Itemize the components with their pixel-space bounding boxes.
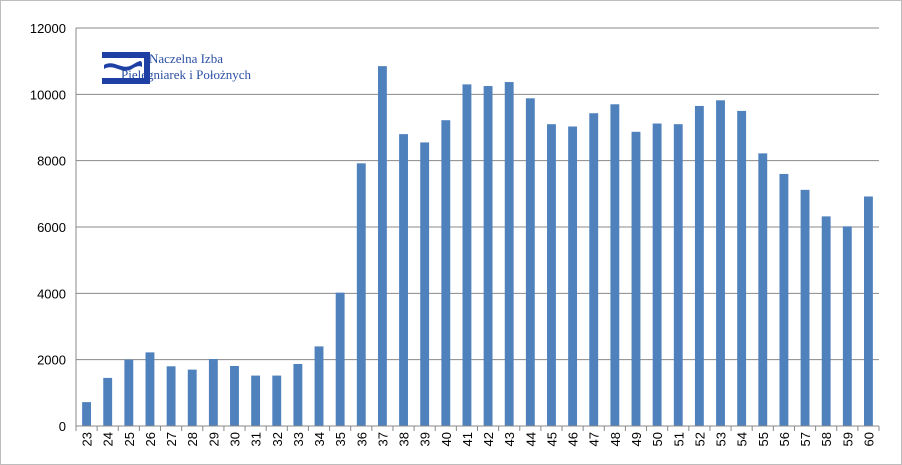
y-tick-label: 6000 xyxy=(37,220,66,235)
bar xyxy=(399,134,408,426)
y-tick-label: 0 xyxy=(59,419,66,434)
y-tick-label: 8000 xyxy=(37,154,66,169)
x-tick-label: 46 xyxy=(566,432,581,446)
bar xyxy=(251,375,261,426)
x-tick-label: 60 xyxy=(861,432,876,446)
x-tick-label: 48 xyxy=(608,432,623,446)
x-tick-label: 29 xyxy=(206,432,221,446)
x-tick-label: 42 xyxy=(481,432,496,446)
bar xyxy=(863,196,873,426)
bar xyxy=(568,126,578,426)
bar xyxy=(673,124,683,426)
bar xyxy=(187,369,197,426)
bar xyxy=(335,292,345,426)
bar xyxy=(377,66,387,427)
x-tick-label: 32 xyxy=(270,432,285,446)
x-tick-label: 58 xyxy=(819,432,834,446)
bar xyxy=(737,110,747,427)
x-tick-label: 27 xyxy=(164,432,179,446)
y-tick-label: 10000 xyxy=(30,87,66,102)
x-tick-label: 56 xyxy=(777,432,792,446)
x-tick-label: 28 xyxy=(185,432,200,446)
bar xyxy=(103,377,113,426)
bar xyxy=(716,100,725,426)
bar xyxy=(610,104,620,427)
bar xyxy=(208,359,218,426)
x-tick-label: 23 xyxy=(80,432,95,446)
x-tick-label: 59 xyxy=(840,432,855,446)
bar xyxy=(842,226,852,426)
x-tick-label: 40 xyxy=(439,432,454,446)
bar xyxy=(779,173,789,426)
bar xyxy=(124,359,134,426)
bar xyxy=(504,82,514,426)
x-tick-label: 51 xyxy=(671,432,686,446)
x-tick-label: 25 xyxy=(122,432,137,446)
bar xyxy=(462,84,472,426)
x-tick-label: 31 xyxy=(249,432,264,446)
bar xyxy=(694,105,704,427)
x-tick-label: 45 xyxy=(544,432,559,446)
bar xyxy=(166,366,176,426)
bar xyxy=(547,124,556,426)
logo: Naczelna Izba Pielęgniarek i Położnych xyxy=(101,51,271,84)
logo-wave-icon xyxy=(102,52,150,84)
chart-frame: 0 2000 4000 6000 8000 10000 12000 23 24 25 26 27 28 2… xyxy=(0,0,902,465)
y-tick-label: 2000 xyxy=(37,353,66,368)
bar xyxy=(441,120,451,426)
bar xyxy=(293,363,303,426)
bar xyxy=(652,123,662,427)
bar xyxy=(356,163,366,426)
x-tick-label: 33 xyxy=(291,432,306,446)
x-tick-label: 26 xyxy=(143,432,158,446)
x-tick-label: 34 xyxy=(312,432,327,446)
x-tick-label: 47 xyxy=(587,432,602,446)
bar xyxy=(800,189,810,426)
x-tick-label: 54 xyxy=(735,432,750,446)
x-tick-label: 50 xyxy=(650,432,665,446)
x-tick-label: 53 xyxy=(714,432,729,446)
bar xyxy=(631,131,641,427)
x-tick-label: 49 xyxy=(629,432,644,446)
bar xyxy=(145,352,155,426)
y-tick-label: 4000 xyxy=(37,286,66,301)
bar xyxy=(589,113,599,426)
bar xyxy=(821,216,831,426)
bar xyxy=(314,346,324,426)
bar xyxy=(82,402,92,426)
x-tick-label: 52 xyxy=(692,432,707,446)
bar xyxy=(758,153,768,426)
bar xyxy=(483,86,493,427)
x-tick-label: 38 xyxy=(397,432,412,446)
x-tick-label: 35 xyxy=(333,432,348,446)
x-tick-label: 55 xyxy=(756,432,771,446)
x-tick-label: 37 xyxy=(375,432,390,446)
bar xyxy=(525,98,535,427)
x-tick-label: 39 xyxy=(418,432,433,446)
bar xyxy=(272,375,282,426)
bar xyxy=(420,142,430,427)
x-tick-label: 41 xyxy=(460,432,475,446)
x-tick-label: 43 xyxy=(502,432,517,446)
x-tick-label: 30 xyxy=(227,432,242,446)
bar xyxy=(230,365,239,426)
x-tick-label: 57 xyxy=(798,432,813,446)
x-tick-label: 36 xyxy=(354,432,369,446)
y-tick-label: 12000 xyxy=(30,21,66,36)
x-tick-label: 24 xyxy=(101,432,116,446)
x-tick-label: 44 xyxy=(523,432,538,446)
